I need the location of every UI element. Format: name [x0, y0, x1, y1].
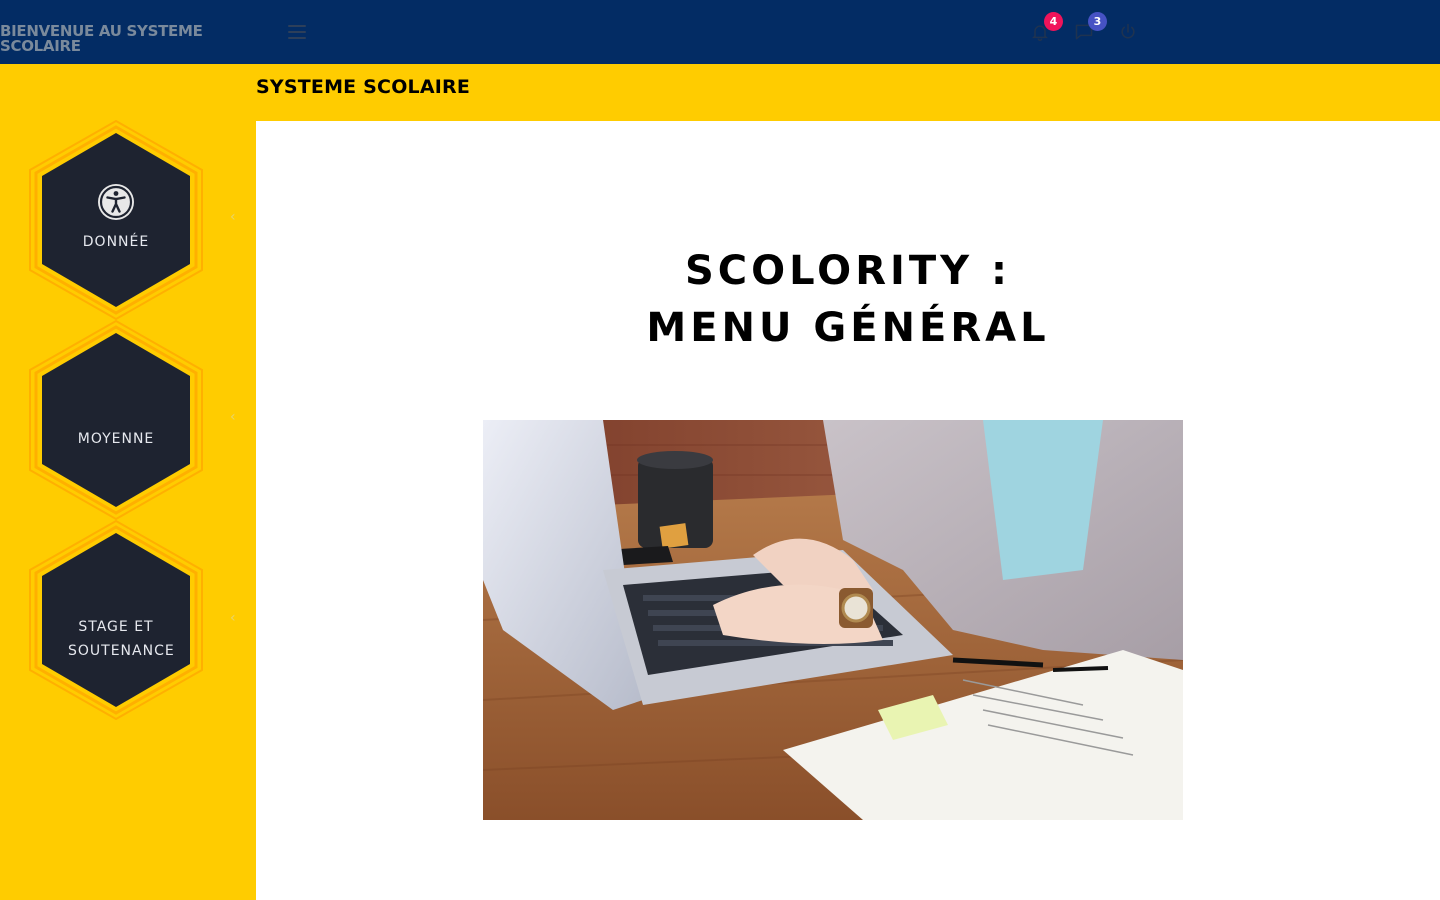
section-title: SYSTEME SCOLAIRE — [256, 76, 471, 98]
chevron-left-icon: ‹ — [230, 209, 236, 225]
laptop-illustration — [483, 420, 1183, 820]
sidebar: DONNÉE ‹ MOYENNE ‹ STAGE ET SOUTENANCE ‹ — [0, 64, 256, 900]
sidebar-item-label: DONNÉE — [82, 234, 150, 250]
chevron-left-icon: ‹ — [230, 409, 236, 425]
notifications-button[interactable]: 4 — [1030, 12, 1063, 46]
sidebar-item-stage-soutenance[interactable]: STAGE ET SOUTENANCE — [28, 520, 204, 720]
sidebar-item-donnee[interactable]: DONNÉE — [28, 120, 204, 320]
sidebar-item-label: STAGE ET SOUTENANCE — [68, 619, 175, 659]
sidebar-item-label: MOYENNE — [77, 431, 155, 447]
main-content: SCOLORITY : MENU GÉNÉRAL — [256, 121, 1440, 900]
logout-button[interactable] — [1118, 18, 1144, 46]
page-heading-line2: MENU GÉNÉRAL — [646, 305, 1050, 351]
sidebar-item-moyenne[interactable]: MOYENNE — [28, 320, 204, 520]
page-heading-line1: SCOLORITY : — [684, 248, 1012, 294]
hexagon-shape — [29, 320, 203, 520]
top-navbar: BIENVENUE AU SYSTEME SCOLAIRE 4 3 — [0, 0, 1440, 64]
app-title: BIENVENUE AU SYSTEME SCOLAIRE — [0, 22, 203, 55]
hamburger-menu-icon[interactable] — [288, 25, 306, 39]
power-icon — [1121, 23, 1135, 39]
messages-button[interactable]: 3 — [1074, 12, 1107, 46]
accessibility-icon — [98, 184, 134, 220]
notifications-badge: 4 — [1044, 12, 1063, 31]
section-title-bar: SYSTEME SCOLAIRE — [256, 64, 1440, 121]
chevron-left-icon: ‹ — [230, 610, 236, 626]
laptop-photo — [483, 420, 1183, 820]
messages-badge: 3 — [1088, 12, 1107, 31]
